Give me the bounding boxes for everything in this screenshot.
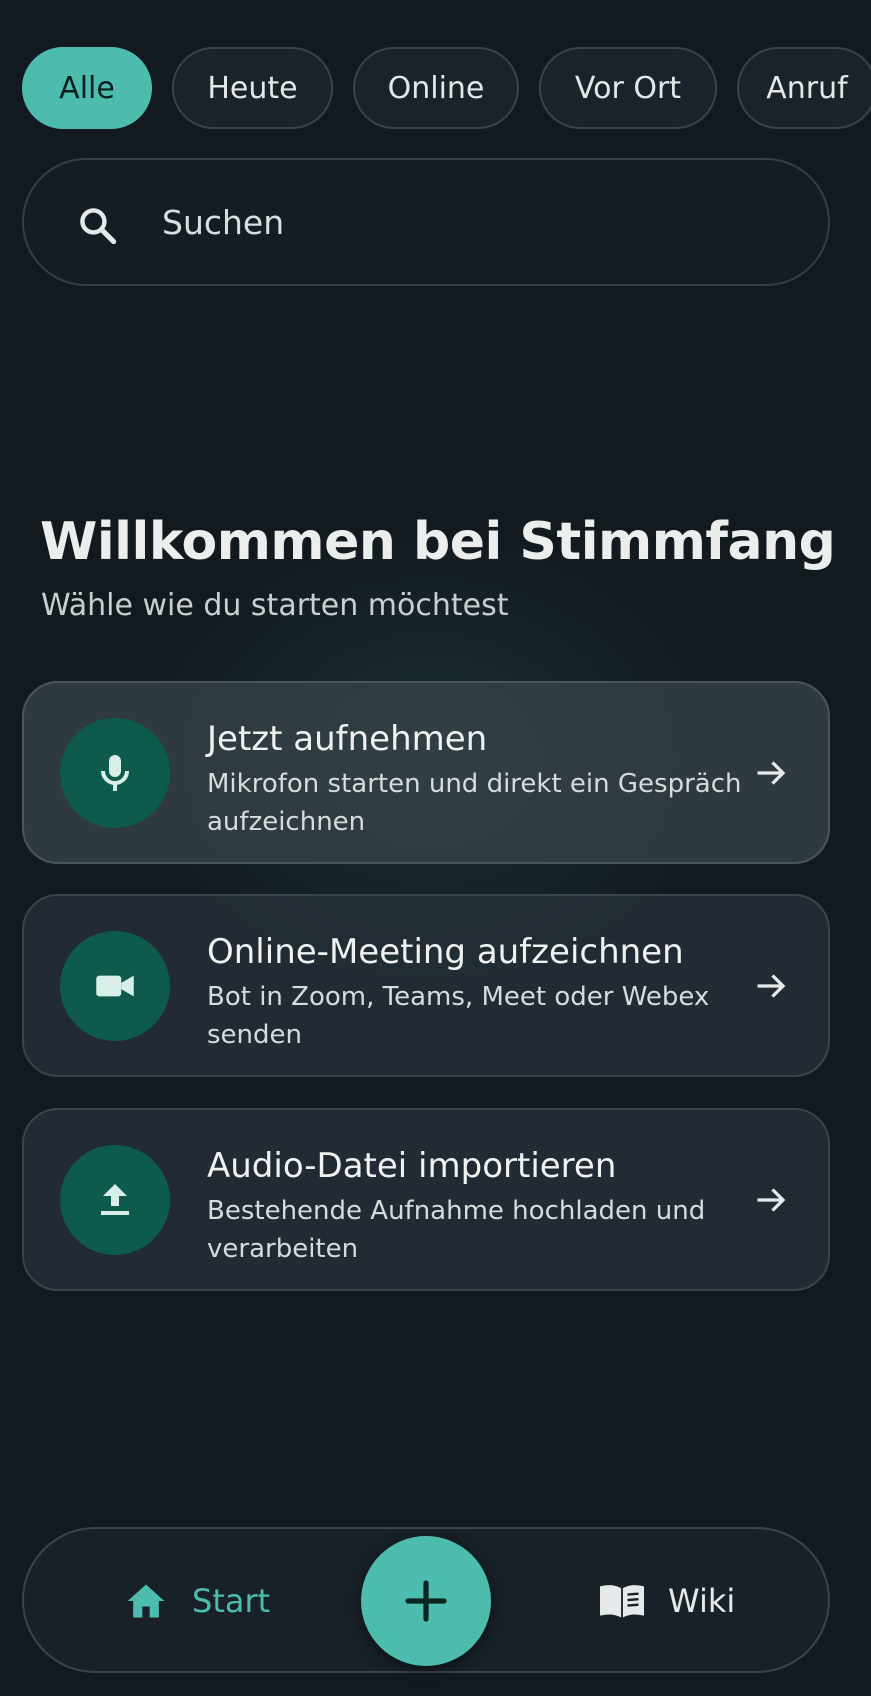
- arrow-right-icon: [757, 761, 786, 785]
- card-description: Mikrofon starten und direkt ein Gespräch…: [207, 769, 742, 837]
- filter-chip-row: Alle Heute Online Vor Ort Anruf: [22, 47, 871, 129]
- card-description: Bestehende Aufnahme hochladen und verarb…: [207, 1196, 706, 1264]
- card-title: Online-Meeting aufzeichnen: [207, 932, 684, 972]
- welcome-title: Willkommen bei Stimmfang: [40, 512, 836, 572]
- search-bar[interactable]: [22, 158, 830, 286]
- filter-chip-vor-ort[interactable]: Vor Ort: [539, 47, 717, 129]
- meeting-icon-badge: [60, 931, 170, 1041]
- import-audio-card[interactable]: Audio-Datei importieren Bestehende Aufna…: [22, 1108, 830, 1291]
- card-title: Jetzt aufnehmen: [207, 719, 488, 759]
- online-meeting-card[interactable]: Online-Meeting aufzeichnen Bot in Zoom, …: [22, 894, 830, 1077]
- book-icon: [600, 1585, 644, 1618]
- search-icon: [80, 208, 117, 245]
- card-title: Audio-Datei importieren: [207, 1146, 617, 1186]
- card-description: Bot in Zoom, Teams, Meet oder Webex send…: [207, 982, 710, 1050]
- app-screen: Alle Heute Online Vor Ort Anruf Willkomm…: [0, 0, 871, 1696]
- video-camera-icon: [96, 975, 134, 997]
- plus-icon: [405, 1580, 447, 1622]
- nav-item-wiki[interactable]: Wiki: [598, 1573, 735, 1629]
- home-icon: [127, 1584, 165, 1618]
- upload-icon: [101, 1184, 129, 1215]
- nav-item-start[interactable]: Start: [124, 1573, 270, 1629]
- filter-chip-online[interactable]: Online: [353, 47, 519, 129]
- filter-chip-heute[interactable]: Heute: [172, 47, 333, 129]
- add-fab-button[interactable]: [361, 1536, 491, 1666]
- arrow-right-icon: [757, 974, 786, 998]
- filter-chip-anruf[interactable]: Anruf: [737, 47, 871, 129]
- search-input[interactable]: [162, 160, 762, 284]
- record-now-card[interactable]: Jetzt aufnehmen Mikrofon starten und dir…: [22, 681, 830, 864]
- filter-chip-alle[interactable]: Alle: [22, 47, 152, 129]
- nav-item-label: Wiki: [668, 1582, 736, 1620]
- microphone-icon: [101, 755, 129, 791]
- import-icon-badge: [60, 1145, 170, 1255]
- record-icon-badge: [60, 718, 170, 828]
- nav-item-label: Start: [192, 1582, 271, 1620]
- arrow-right-icon: [757, 1188, 786, 1212]
- welcome-subtitle: Wähle wie du starten möchtest: [41, 588, 509, 623]
